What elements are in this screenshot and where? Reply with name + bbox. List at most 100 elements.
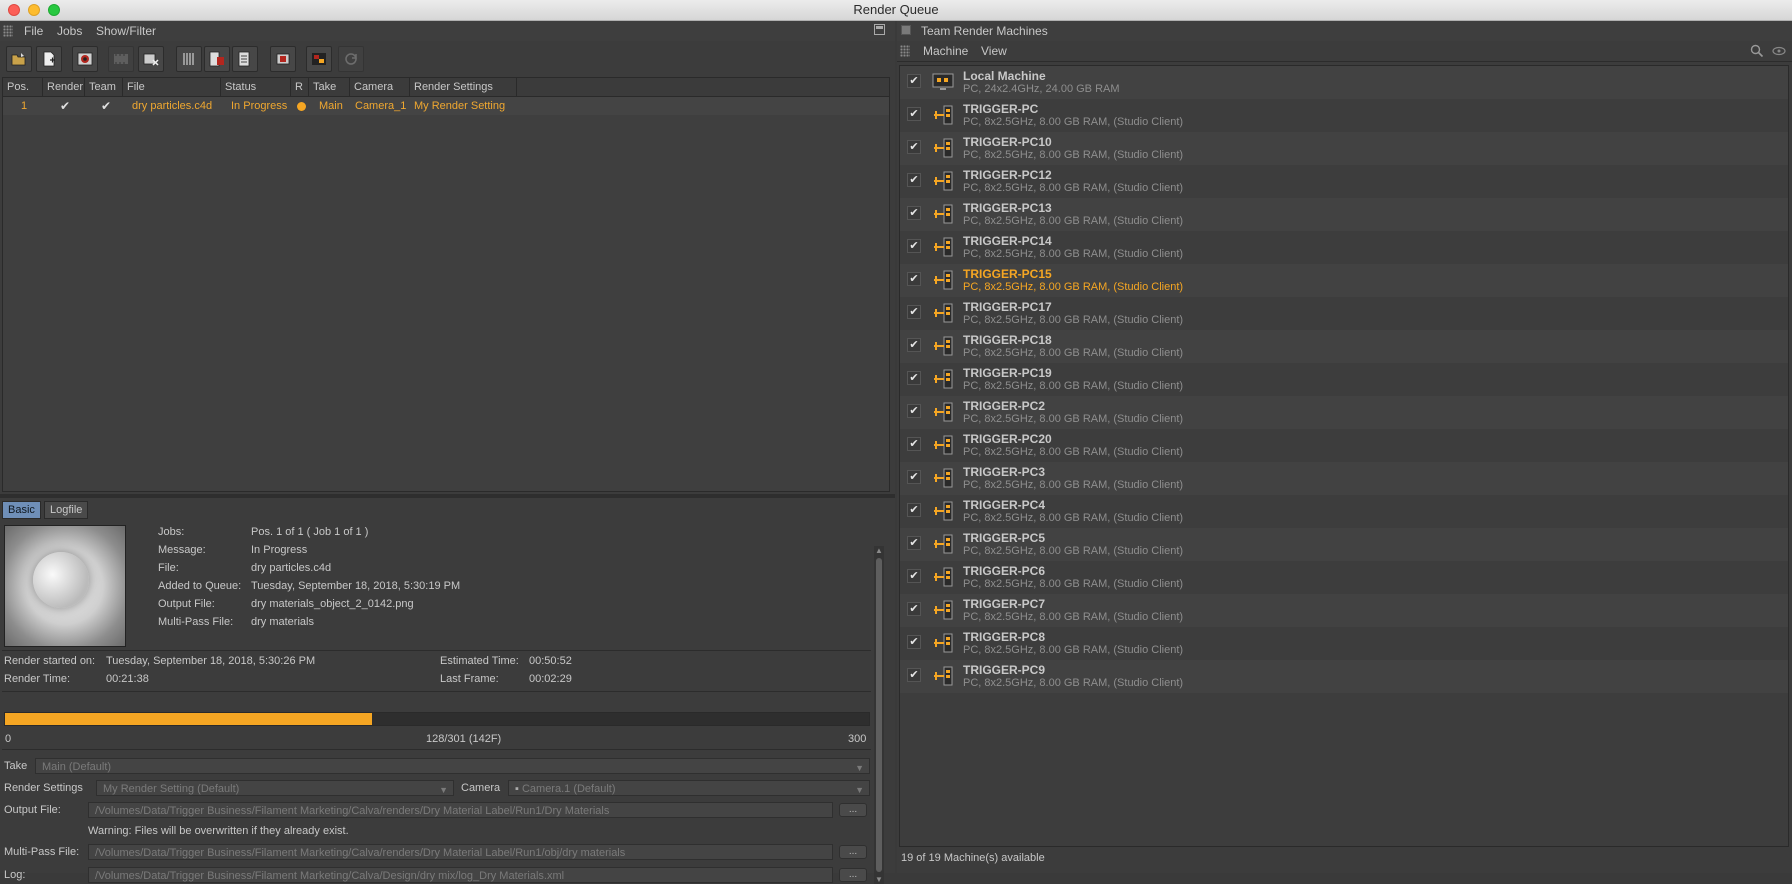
edit-job-button[interactable]: [108, 46, 134, 72]
grip-handle-icon[interactable]: [3, 25, 13, 37]
menu-machine[interactable]: Machine: [923, 44, 968, 58]
table-row[interactable]: 1 ✔ ✔ dry particles.c4d In Progress Main…: [3, 97, 889, 115]
team-checkbox[interactable]: ✔: [101, 97, 111, 115]
machine-row[interactable]: ✔ Local Machine PC, 24x2.4GHz, 24.00 GB RA…: [900, 66, 1788, 99]
machine-enable-checkbox[interactable]: ✔: [907, 338, 921, 352]
stop-button[interactable]: [270, 46, 296, 72]
network-client-icon: [934, 270, 953, 290]
machine-row[interactable]: ✔ TRIGGER-PC19 PC, 8x2.5GHz, 8.00 GB RAM, …: [900, 363, 1788, 396]
splitter[interactable]: [0, 494, 895, 498]
machine-row[interactable]: ✔ TRIGGER-PC15 PC, 8x2.5GHz, 8.00 GB RAM, …: [900, 264, 1788, 297]
machine-row[interactable]: ✔ TRIGGER-PC9 PC, 8x2.5GHz, 8.00 GB RAM, (…: [900, 660, 1788, 693]
render-checkbox[interactable]: ✔: [60, 97, 70, 115]
machine-row[interactable]: ✔ TRIGGER-PC20 PC, 8x2.5GHz, 8.00 GB RAM, …: [900, 429, 1788, 462]
column-header-team[interactable]: Team: [85, 78, 123, 96]
machine-enable-checkbox[interactable]: ✔: [907, 668, 921, 682]
remove-job-button[interactable]: [138, 46, 164, 72]
columns-button[interactable]: [176, 46, 202, 72]
machine-row[interactable]: ✔ TRIGGER-PC6 PC, 8x2.5GHz, 8.00 GB RAM, (…: [900, 561, 1788, 594]
camera-dropdown[interactable]: ▪ Camera.1 (Default) ▼: [508, 780, 870, 796]
cell-render-settings: My Render Setting: [414, 100, 506, 112]
column-header-status[interactable]: Status: [221, 78, 291, 96]
render-progress-bar: [4, 712, 870, 726]
machine-enable-checkbox[interactable]: ✔: [907, 635, 921, 649]
render-settings-dropdown[interactable]: My Render Setting (Default) ▼: [96, 780, 454, 796]
machine-specs: PC, 8x2.5GHz, 8.00 GB RAM, (Studio Clien…: [963, 215, 1184, 227]
detail-scrollbar[interactable]: ▲ ▼: [874, 546, 884, 884]
machine-row[interactable]: ✔ TRIGGER-PC2 PC, 8x2.5GHz, 8.00 GB RAM, (…: [900, 396, 1788, 429]
scroll-down-icon[interactable]: ▼: [874, 875, 884, 884]
progress-frame-label: 128/301 (142F): [426, 733, 502, 745]
doc-list-button[interactable]: [232, 46, 258, 72]
column-header-take[interactable]: Take: [309, 78, 350, 96]
scroll-up-icon[interactable]: ▲: [874, 546, 884, 555]
machine-enable-checkbox[interactable]: ✔: [907, 536, 921, 550]
machine-row[interactable]: ✔ TRIGGER-PC13 PC, 8x2.5GHz, 8.00 GB RAM, …: [900, 198, 1788, 231]
team-render-button[interactable]: [306, 46, 332, 72]
column-header-r[interactable]: R: [291, 78, 309, 96]
machine-row[interactable]: ✔ TRIGGER-PC PC, 8x2.5GHz, 8.00 GB RAM, (S…: [900, 99, 1788, 132]
panel-icon[interactable]: [901, 25, 911, 35]
column-header-camera[interactable]: Camera: [350, 78, 410, 96]
machine-row[interactable]: ✔ TRIGGER-PC10 PC, 8x2.5GHz, 8.00 GB RAM, …: [900, 132, 1788, 165]
machine-name: TRIGGER-PC3: [963, 465, 1046, 479]
column-header-render[interactable]: Render: [43, 78, 85, 96]
machine-enable-checkbox[interactable]: ✔: [907, 503, 921, 517]
machine-row[interactable]: ✔ TRIGGER-PC4 PC, 8x2.5GHz, 8.00 GB RAM, (…: [900, 495, 1788, 528]
search-icon[interactable]: [1750, 44, 1764, 58]
scrollbar-thumb[interactable]: [876, 558, 882, 872]
divider: [2, 650, 871, 651]
log-file-browse-button[interactable]: ...: [839, 868, 867, 882]
machine-enable-checkbox[interactable]: ✔: [907, 206, 921, 220]
tab-basic[interactable]: Basic: [2, 501, 41, 519]
machine-row[interactable]: ✔ TRIGGER-PC18 PC, 8x2.5GHz, 8.00 GB RAM, …: [900, 330, 1788, 363]
multipass-file-browse-button[interactable]: ...: [839, 845, 867, 859]
grip-handle-icon[interactable]: [900, 45, 910, 57]
info-output-value: dry materials_object_2_0142.png: [251, 598, 414, 610]
machine-enable-checkbox[interactable]: ✔: [907, 74, 921, 88]
machine-row[interactable]: ✔ TRIGGER-PC3 PC, 8x2.5GHz, 8.00 GB RAM, (…: [900, 462, 1788, 495]
multipass-file-input[interactable]: /Volumes/Data/Trigger Business/Filament …: [88, 844, 833, 860]
render-team-icon: [312, 53, 326, 65]
machine-enable-checkbox[interactable]: ✔: [907, 569, 921, 583]
machine-enable-checkbox[interactable]: ✔: [907, 371, 921, 385]
refresh-button[interactable]: [338, 46, 364, 72]
machine-enable-checkbox[interactable]: ✔: [907, 305, 921, 319]
visibility-icon[interactable]: [1772, 46, 1786, 56]
log-label: Log:: [4, 869, 26, 881]
log-file-input[interactable]: /Volumes/Data/Trigger Business/Filament …: [88, 867, 833, 883]
refresh-icon: [345, 53, 357, 65]
menu-jobs[interactable]: Jobs: [57, 24, 82, 38]
render-button[interactable]: [72, 46, 98, 72]
output-file-browse-button[interactable]: ...: [839, 803, 867, 817]
machine-enable-checkbox[interactable]: ✔: [907, 602, 921, 616]
machine-row[interactable]: ✔ TRIGGER-PC17 PC, 8x2.5GHz, 8.00 GB RAM, …: [900, 297, 1788, 330]
clapper-list-button[interactable]: [204, 46, 230, 72]
take-dropdown[interactable]: Main (Default) ▼: [35, 758, 870, 774]
menu-file[interactable]: File: [24, 24, 43, 38]
machine-enable-checkbox[interactable]: ✔: [907, 470, 921, 484]
panel-layout-icon[interactable]: [874, 24, 885, 35]
column-header-render-settings[interactable]: Render Settings: [410, 78, 517, 96]
output-file-input[interactable]: /Volumes/Data/Trigger Business/Filament …: [88, 802, 833, 818]
new-job-button[interactable]: [36, 46, 62, 72]
machine-row[interactable]: ✔ TRIGGER-PC12 PC, 8x2.5GHz, 8.00 GB RAM, …: [900, 165, 1788, 198]
render-started-value: Tuesday, September 18, 2018, 5:30:26 PM: [106, 655, 316, 667]
menu-view[interactable]: View: [981, 44, 1007, 58]
machine-row[interactable]: ✔ TRIGGER-PC14 PC, 8x2.5GHz, 8.00 GB RAM, …: [900, 231, 1788, 264]
machine-enable-checkbox[interactable]: ✔: [907, 239, 921, 253]
column-header-pos[interactable]: Pos.: [3, 78, 43, 96]
machine-enable-checkbox[interactable]: ✔: [907, 173, 921, 187]
menu-show-filter[interactable]: Show/Filter: [96, 24, 156, 38]
machine-enable-checkbox[interactable]: ✔: [907, 437, 921, 451]
tab-logfile[interactable]: Logfile: [44, 501, 89, 519]
machine-enable-checkbox[interactable]: ✔: [907, 272, 921, 286]
machine-enable-checkbox[interactable]: ✔: [907, 140, 921, 154]
machine-row[interactable]: ✔ TRIGGER-PC7 PC, 8x2.5GHz, 8.00 GB RAM, (…: [900, 594, 1788, 627]
column-header-file[interactable]: File: [123, 78, 221, 96]
machine-enable-checkbox[interactable]: ✔: [907, 404, 921, 418]
machine-row[interactable]: ✔ TRIGGER-PC5 PC, 8x2.5GHz, 8.00 GB RAM, (…: [900, 528, 1788, 561]
open-button[interactable]: [6, 46, 32, 72]
machine-row[interactable]: ✔ TRIGGER-PC8 PC, 8x2.5GHz, 8.00 GB RAM, (…: [900, 627, 1788, 660]
machine-enable-checkbox[interactable]: ✔: [907, 107, 921, 121]
